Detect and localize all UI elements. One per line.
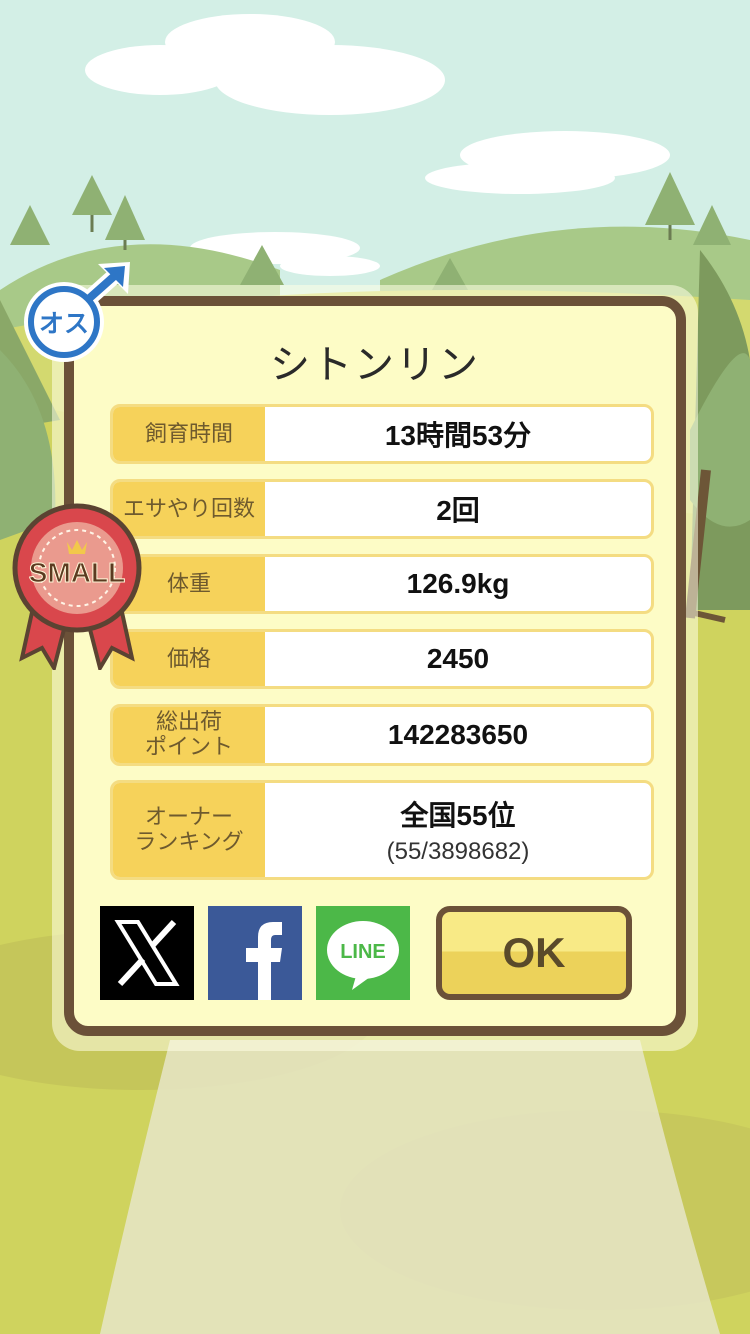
ranking-detail: (55/3898682) (386, 838, 530, 865)
stat-value: 2回 (436, 495, 480, 526)
stat-value: 2450 (426, 643, 490, 674)
stat-row-weight: 体重 126.9kg (110, 554, 654, 614)
line-icon: LINE (327, 921, 399, 990)
gender-label: オス (39, 309, 89, 338)
medal-label: SMALL (29, 557, 125, 588)
x-logo-icon (114, 919, 180, 987)
stat-value: 全国55位 (55/3898682) (265, 783, 651, 877)
facebook-icon (246, 922, 282, 1000)
stat-row-feeding-count: エサやり回数 2回 (110, 479, 654, 539)
small-rank-medal: SMALL (12, 503, 142, 670)
share-facebook-button[interactable] (208, 906, 302, 1000)
stat-row-breeding-time: 飼育時間 13時間53分 (110, 404, 654, 464)
svg-text:LINE: LINE (340, 941, 386, 963)
pig-name-title: シトンリン (270, 342, 480, 388)
stat-label: オーナー ランキング (113, 783, 265, 877)
stat-value: 126.9kg (406, 568, 510, 599)
stat-label: 飼育時間 (113, 407, 265, 461)
stat-label: 総出荷 ポイント (113, 707, 265, 763)
stat-value: 13時間53分 (384, 420, 532, 451)
ok-button[interactable]: OK (436, 906, 632, 1000)
ranking-value: 全国55位 (400, 800, 516, 831)
stat-value: 142283650 (387, 719, 529, 750)
male-gender-badge: オス (24, 262, 130, 362)
stat-row-total-points: 総出荷 ポイント 142283650 (110, 704, 654, 766)
stat-row-owner-ranking: オーナー ランキング 全国55位 (55/3898682) (110, 780, 654, 880)
pig-info-dialog: シトンリン 飼育時間 13時間53分 エサやり回数 2回 体重 126.9kg … (64, 296, 686, 1036)
stat-row-price: 価格 2450 (110, 629, 654, 689)
share-line-button[interactable]: LINE (316, 906, 410, 1000)
share-x-button[interactable] (100, 906, 194, 1000)
